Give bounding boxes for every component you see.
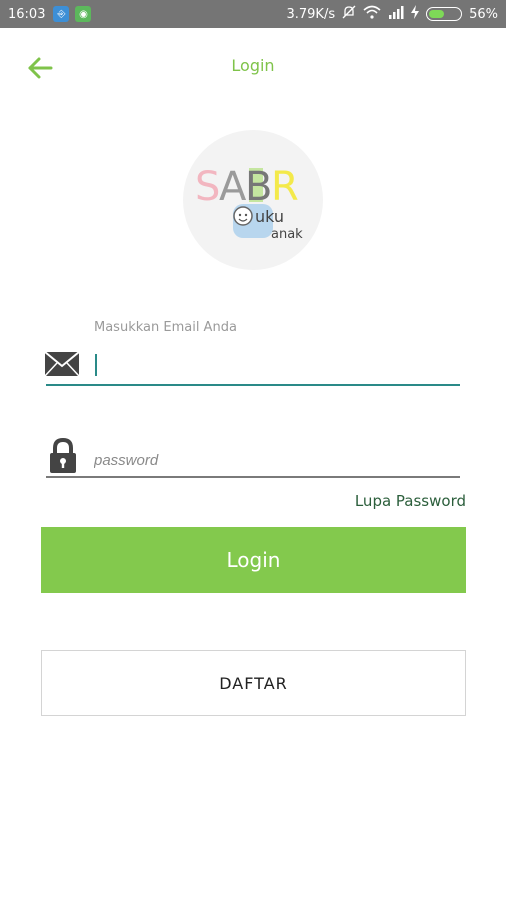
signal-icon (388, 5, 404, 23)
battery-level (429, 10, 445, 18)
login-button[interactable]: Login (41, 527, 466, 593)
forgot-password-link[interactable]: Lupa Password (355, 492, 466, 510)
battery-percent: 56% (469, 6, 498, 22)
mail-icon (44, 350, 80, 378)
logo-sub1: uku (255, 207, 284, 226)
status-time: 16:03 (8, 6, 46, 22)
password-underline (46, 476, 460, 478)
status-bar: 16:03 ⎆ ◉ 3.79K/s 56% (0, 0, 506, 28)
app-logo: S A B R uku anak (183, 130, 323, 270)
network-speed: 3.79K/s (286, 6, 336, 22)
email-label: Masukkan Email Anda (94, 320, 237, 335)
logo-s: S (195, 164, 220, 210)
logo-sub2: anak (271, 227, 303, 242)
password-field[interactable] (94, 446, 458, 474)
text-cursor (95, 354, 97, 376)
register-button[interactable]: DAFTAR (41, 650, 466, 716)
battery-icon (426, 7, 463, 21)
charging-icon (411, 5, 420, 23)
mute-icon (342, 5, 356, 23)
wifi-icon (363, 5, 381, 23)
android-icon: ◉ (75, 6, 92, 22)
logo-a: A (219, 164, 247, 210)
page-title: Login (231, 56, 275, 75)
logo-b: B (245, 164, 272, 210)
logo-r: R (271, 164, 299, 210)
email-underline (46, 384, 460, 386)
lock-icon (48, 437, 78, 474)
usb-icon: ⎆ (53, 6, 70, 22)
toolbar: Login (0, 28, 506, 108)
email-field[interactable] (94, 350, 458, 380)
